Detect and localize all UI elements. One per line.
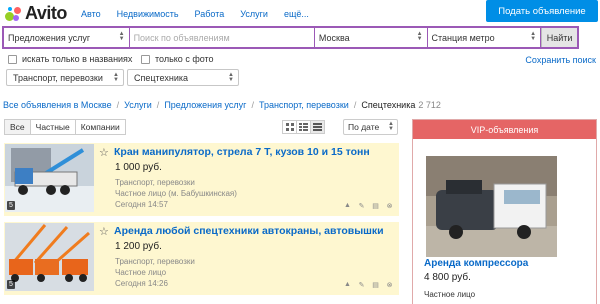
listing-price: 1 000 руб. [115, 162, 162, 173]
city-select-value: Москва [318, 32, 350, 43]
city-select[interactable]: Москва ▲ ▼ [314, 28, 428, 47]
photo-count-badge: 5 [7, 280, 15, 289]
list-view-icon[interactable] [296, 120, 311, 134]
breadcrumb-services[interactable]: Услуги [124, 100, 152, 110]
listing-category: Транспорт, перевозки [115, 257, 195, 266]
top-bar: Avito Авто Недвижимость Работа Услуги ещ… [0, 0, 600, 27]
seller-tabs: Все Частные Компании [4, 119, 126, 135]
select-arrows-icon: ▲ ▼ [113, 72, 119, 83]
close-icon[interactable]: ⊗ [385, 280, 394, 289]
grid-view-icon[interactable] [282, 120, 297, 134]
tab-all[interactable]: Все [4, 119, 31, 135]
photo-count-badge: 5 [7, 201, 15, 210]
edit-icon[interactable]: ✎ [357, 280, 366, 289]
checkbox-box [141, 54, 150, 64]
breadcrumb-separator: / [251, 100, 254, 110]
avito-logo[interactable]: Avito [4, 3, 67, 24]
tab-private[interactable]: Частные [29, 119, 76, 135]
search-bar: Предложения услуг ▲ ▼ Поиск по объявления… [2, 26, 579, 49]
nav-jobs[interactable]: Работа [195, 9, 225, 19]
listing-date: Сегодня 14:57 [115, 200, 168, 209]
breadcrumb-service-offers[interactable]: Предложения услуг [164, 100, 246, 110]
find-button[interactable]: Найти [541, 28, 577, 47]
main-nav: Авто Недвижимость Работа Услуги ещё... [81, 9, 325, 19]
vip-listing-title[interactable]: Аренда компрессора [424, 258, 528, 269]
sort-select[interactable]: По дате ▲ ▼ [343, 119, 398, 135]
breadcrumb-separator: / [156, 100, 160, 110]
move-up-icon[interactable]: ▲ [343, 280, 352, 289]
subcategory-select[interactable]: Транспорт, перевозки ▲ ▼ [6, 69, 124, 86]
listing-item[interactable]: 5 ☆ Кран манипулятор, стрела 7 Т, кузов … [4, 143, 399, 216]
listing-actions: ▲ ✎ ▤ ⊗ [338, 201, 394, 210]
listing-seller: Частное лицо [115, 268, 167, 277]
select-arrows-icon: ▲ ▼ [118, 31, 125, 42]
listing-actions: ▲ ✎ ▤ ⊗ [338, 280, 394, 289]
type-value: Спецтехника [134, 72, 188, 83]
vip-listing-price: 4 800 руб. [424, 272, 471, 283]
titles-only-label: искать только в названиях [22, 54, 133, 64]
vip-panel: VIP-объявления Аренда компрессора 4 800 … [412, 119, 597, 304]
breadcrumb-transport[interactable]: Транспорт, перевозки [259, 100, 349, 110]
save-search-link[interactable]: Сохранить поиск [525, 55, 596, 65]
type-select[interactable]: Спецтехника ▲ ▼ [127, 69, 239, 86]
listing-seller: Частное лицо (м. Бабушкинская) [115, 189, 237, 198]
category-select-value: Предложения услуг [8, 32, 91, 43]
logo-icon [4, 5, 22, 23]
checkbox-box [8, 54, 17, 64]
with-photo-label: только с фото [155, 54, 214, 64]
listing-category: Транспорт, перевозки [115, 178, 195, 187]
listing-date: Сегодня 14:26 [115, 279, 168, 288]
logo-text: Avito [25, 3, 67, 23]
favorite-star-icon[interactable]: ☆ [99, 225, 109, 238]
breadcrumb-all-moscow[interactable]: Все объявления в Москве [3, 100, 112, 110]
nav-auto[interactable]: Авто [81, 9, 101, 19]
breadcrumb-current: Спецтехника [361, 100, 416, 110]
move-up-icon[interactable]: ▲ [343, 201, 352, 210]
select-arrows-icon: ▲ ▼ [530, 31, 537, 42]
with-photo-checkbox[interactable]: только с фото [141, 54, 214, 64]
listing-title[interactable]: Кран манипулятор, стрела 7 Т, кузов 10 и… [114, 146, 370, 158]
vip-header: VIP-объявления [413, 120, 596, 139]
nav-services[interactable]: Услуги [240, 9, 268, 19]
select-arrows-icon: ▲ ▼ [388, 121, 394, 132]
tab-companies[interactable]: Компании [74, 119, 126, 135]
results-count: 2 712 [418, 100, 441, 110]
select-arrows-icon: ▲ ▼ [228, 72, 234, 83]
subcategory-value: Транспорт, перевозки [13, 72, 103, 83]
listing-price: 1 200 руб. [115, 241, 162, 252]
close-icon[interactable]: ⊗ [385, 201, 394, 210]
breadcrumb-separator: / [116, 100, 120, 110]
search-input[interactable]: Поиск по объявлениям [129, 28, 315, 47]
compact-list-view-icon[interactable] [310, 120, 325, 134]
category-select[interactable]: Предложения услуг ▲ ▼ [4, 28, 130, 47]
listing-photo[interactable]: 5 [5, 144, 94, 212]
breadcrumb-separator: / [353, 100, 357, 110]
note-icon[interactable]: ▤ [371, 280, 380, 289]
favorite-star-icon[interactable]: ☆ [99, 146, 109, 159]
listing-item[interactable]: 5 ☆ Аренда любой спецтехники автокраны, … [4, 222, 399, 295]
edit-icon[interactable]: ✎ [357, 201, 366, 210]
titles-only-checkbox[interactable]: искать только в названиях [8, 54, 132, 64]
nav-realty[interactable]: Недвижимость [117, 9, 179, 19]
post-ad-button[interactable]: Подать объявление [486, 0, 598, 22]
sort-value: По дате [348, 122, 380, 132]
breadcrumb: Все объявления в Москве / Услуги / Предл… [3, 100, 441, 110]
select-arrows-icon: ▲ ▼ [416, 31, 423, 42]
listing-title[interactable]: Аренда любой спецтехники автокраны, авто… [114, 225, 384, 237]
nav-more[interactable]: ещё... [284, 9, 309, 19]
view-switcher [282, 120, 325, 134]
metro-select[interactable]: Станция метро ▲ ▼ [427, 28, 542, 47]
note-icon[interactable]: ▤ [371, 201, 380, 210]
metro-select-value: Станция метро [431, 32, 495, 43]
search-input-placeholder: Поиск по объявлениям [133, 32, 230, 43]
vip-listing-seller: Частное лицо [424, 290, 476, 299]
vip-listing-photo[interactable] [426, 156, 557, 257]
listing-photo[interactable]: 5 [5, 223, 94, 291]
